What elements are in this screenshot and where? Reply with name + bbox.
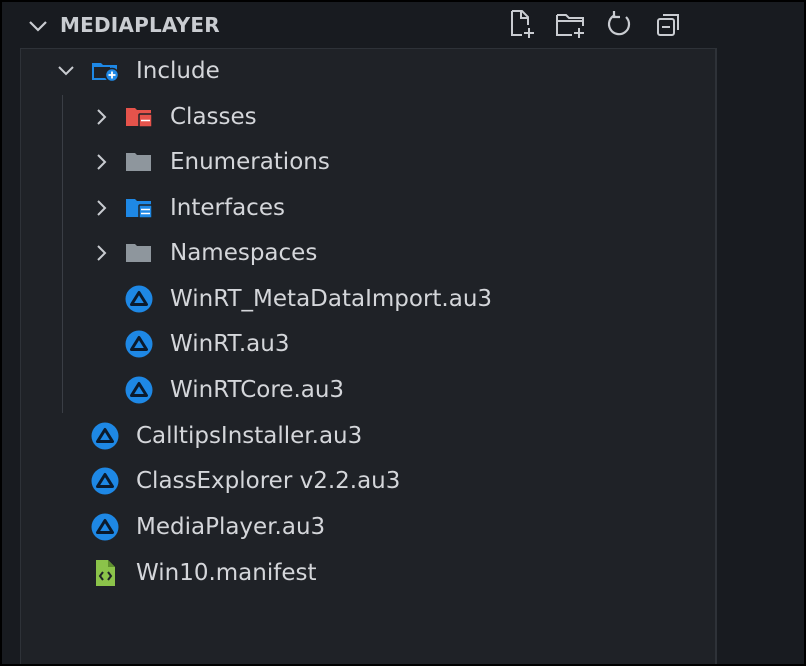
- refresh-icon[interactable]: [603, 8, 635, 40]
- tree-item-label: ClassExplorer v2.2.au3: [136, 468, 401, 494]
- tree-item-label: Namespaces: [170, 240, 318, 266]
- autoit-file-icon: [125, 376, 153, 404]
- tree-item-label: Interfaces: [170, 195, 285, 221]
- autoit-file-icon: [125, 330, 153, 358]
- chevron-right-icon[interactable]: [91, 152, 111, 172]
- folder-classes-icon: [126, 108, 153, 128]
- tree-item-label: Classes: [170, 104, 257, 130]
- tree-item-label: Win10.manifest: [136, 560, 317, 586]
- tree-item-label: MediaPlayer.au3: [136, 514, 326, 540]
- folder-icon: [126, 244, 151, 262]
- chevron-down-icon[interactable]: [26, 14, 50, 38]
- folder-icon: [126, 153, 151, 171]
- folder-interfaces-icon: [126, 199, 153, 219]
- tree-item-label: Include: [136, 58, 220, 84]
- autoit-file-icon: [91, 513, 119, 541]
- tree-item-enumerations[interactable]: Enumerations: [21, 142, 715, 182]
- tree-item-file[interactable]: MediaPlayer.au3: [21, 507, 715, 547]
- tree-item-file[interactable]: Win10.manifest: [21, 553, 715, 593]
- tree-item-label: WinRT_MetaDataImport.au3: [170, 286, 493, 312]
- tree-item-include[interactable]: Include: [21, 51, 715, 91]
- tree-item-file[interactable]: CalltipsInstaller.au3: [21, 416, 715, 456]
- explorer-header: MEDIAPLAYER: [2, 2, 804, 48]
- tree-item-file[interactable]: ClassExplorer v2.2.au3: [21, 461, 715, 501]
- new-file-icon[interactable]: [505, 8, 537, 40]
- tree-item-classes[interactable]: Classes: [21, 97, 715, 137]
- explorer-panel: MEDIAPLAYER Include Classes Enumerations…: [2, 2, 804, 664]
- tree-item-file[interactable]: WinRTCore.au3: [21, 370, 715, 410]
- tree-item-interfaces[interactable]: Interfaces: [21, 188, 715, 228]
- tree-item-label: Enumerations: [170, 149, 330, 175]
- file-tree: Include Classes Enumerations Interfaces …: [20, 48, 717, 664]
- autoit-file-icon: [91, 422, 119, 450]
- explorer-title[interactable]: MEDIAPLAYER: [60, 11, 220, 39]
- chevron-right-icon[interactable]: [91, 107, 111, 127]
- autoit-file-icon: [125, 285, 153, 313]
- tree-item-namespaces[interactable]: Namespaces: [21, 233, 715, 273]
- tree-item-file[interactable]: WinRT_MetaDataImport.au3: [21, 279, 715, 319]
- chevron-right-icon[interactable]: [91, 243, 111, 263]
- collapse-all-icon[interactable]: [653, 8, 685, 40]
- chevron-down-icon[interactable]: [56, 61, 76, 81]
- manifest-file-icon: [96, 560, 115, 586]
- new-folder-icon[interactable]: [554, 8, 586, 40]
- tree-item-label: CalltipsInstaller.au3: [136, 423, 363, 449]
- indent-guide: [62, 95, 63, 413]
- tree-item-file[interactable]: WinRT.au3: [21, 324, 715, 364]
- autoit-file-icon: [91, 467, 119, 495]
- tree-item-label: WinRT.au3: [170, 331, 290, 357]
- tree-item-label: WinRTCore.au3: [170, 377, 345, 403]
- folder-plus-icon: [92, 63, 120, 83]
- chevron-right-icon[interactable]: [91, 198, 111, 218]
